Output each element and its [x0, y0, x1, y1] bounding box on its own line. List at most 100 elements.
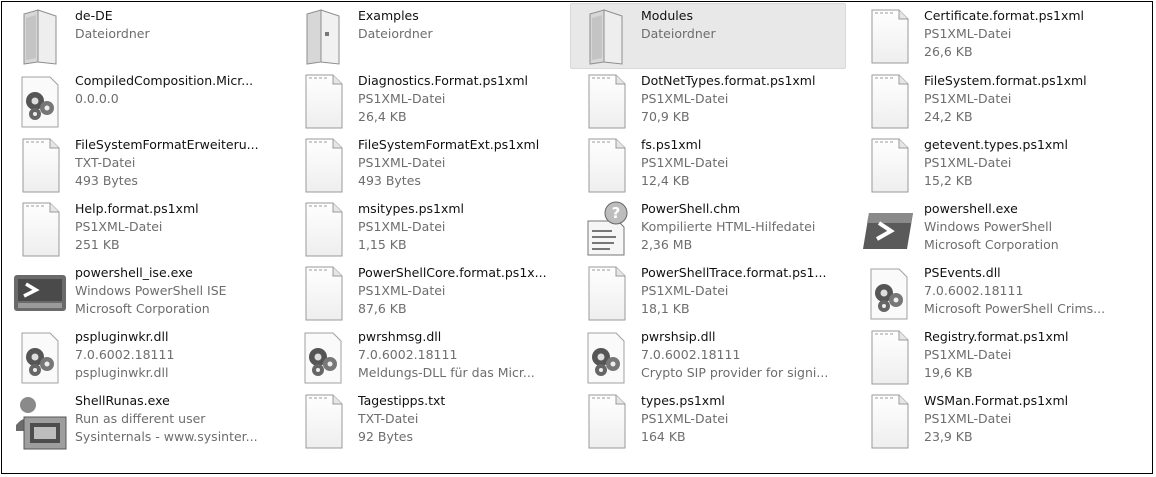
file-name: Help.format.ps1xml: [75, 201, 199, 216]
file-info: 19,6 KB: [924, 365, 973, 380]
file-item-powershell-chm[interactable]: ? PowerShell.chm Kompilierte HTML-Hilfedat…: [570, 196, 846, 262]
file-item-tagestipps-txt[interactable]: Tagestipps.txt TXT-Datei 92 Bytes: [287, 388, 563, 454]
dll-gear-icon: [576, 327, 636, 387]
file-item-details: WSMan.Format.ps1xml PS1XML-Datei 23,9 KB: [924, 392, 1129, 446]
svg-text:?: ?: [612, 204, 621, 222]
file-item-help-format-ps1xml[interactable]: Help.format.ps1xml PS1XML-Datei 251 KB: [4, 196, 280, 262]
file-type: PS1XML-Datei: [358, 283, 446, 298]
file-item-powershelltrace-format-ps1[interactable]: PowerShellTrace.format.ps1... PS1XML-Date…: [570, 260, 846, 326]
file-item-powershell-ise-exe[interactable]: powershell_ise.exe Windows PowerShell ISE…: [4, 260, 280, 326]
file-item-details: pwrshmsg.dll 7.0.6002.18111 Meldungs-DLL f…: [358, 328, 563, 382]
file-tiles-grid: de-DE Dateiordner Examples Dateiordner Mod…: [2, 2, 1152, 473]
file-item-details: PowerShellTrace.format.ps1... PS1XML-Date…: [641, 264, 846, 318]
file-name: CompiledComposition.Micr...: [75, 73, 254, 88]
document-icon: [859, 391, 919, 451]
file-name: fs.ps1xml: [641, 137, 702, 152]
document-icon: [859, 327, 919, 387]
file-item-types-ps1xml[interactable]: types.ps1xml PS1XML-Datei 164 KB: [570, 388, 846, 454]
file-name: FileSystemFormatExt.ps1xml: [358, 137, 540, 152]
file-item-details: pspluginwkr.dll 7.0.6002.18111 pspluginwkr…: [75, 328, 280, 382]
file-item-pspluginwkr-dll[interactable]: pspluginwkr.dll 7.0.6002.18111 pspluginwkr…: [4, 324, 280, 390]
file-item-fs-ps1xml[interactable]: fs.ps1xml PS1XML-Datei 12,4 KB: [570, 132, 846, 198]
file-item-de-de[interactable]: de-DE Dateiordner: [4, 3, 280, 69]
file-item-powershellcore-format-ps1x[interactable]: PowerShellCore.format.ps1x... PS1XML-Date…: [287, 260, 563, 326]
file-info: 12,4 KB: [641, 173, 690, 188]
file-info: 493 Bytes: [358, 173, 421, 188]
file-name: pwrshmsg.dll: [358, 329, 442, 344]
runas-icon: [10, 391, 70, 451]
document-icon: [293, 391, 353, 451]
file-item-shellrunas-exe[interactable]: ShellRunas.exe Run as different user Sysin…: [4, 388, 280, 454]
file-type: PS1XML-Datei: [358, 155, 446, 170]
file-type: PS1XML-Datei: [358, 91, 446, 106]
file-name: getevent.types.ps1xml: [924, 137, 1068, 152]
file-item-compiledcomposition-micr[interactable]: CompiledComposition.Micr... 0.0.0.0: [4, 68, 280, 134]
file-item-pwrshsip-dll[interactable]: pwrshsip.dll 7.0.6002.18111 Crypto SIP pro…: [570, 324, 846, 390]
file-item-powershell-exe[interactable]: powershell.exe Windows PowerShell Microsof…: [853, 196, 1129, 262]
file-type: Dateiordner: [641, 26, 716, 41]
file-type: PS1XML-Datei: [924, 347, 1012, 362]
file-item-wsman-format-ps1xml[interactable]: WSMan.Format.ps1xml PS1XML-Datei 23,9 KB: [853, 388, 1129, 454]
file-info: 493 Bytes: [75, 173, 138, 188]
file-item-dotnettypes-format-ps1xml[interactable]: DotNetTypes.format.ps1xml PS1XML-Datei 70,…: [570, 68, 846, 134]
file-name: WSMan.Format.ps1xml: [924, 393, 1069, 408]
file-item-registry-format-ps1xml[interactable]: Registry.format.ps1xml PS1XML-Datei 19,6 K…: [853, 324, 1129, 390]
file-type: PS1XML-Datei: [641, 283, 729, 298]
file-item-details: Certificate.format.ps1xml PS1XML-Datei 26,…: [924, 7, 1129, 61]
file-item-getevent-types-ps1xml[interactable]: getevent.types.ps1xml PS1XML-Datei 15,2 KB: [853, 132, 1129, 198]
file-info: 26,6 KB: [924, 44, 973, 59]
file-info: Microsoft Corporation: [75, 301, 210, 316]
file-name: types.ps1xml: [641, 393, 725, 408]
folder-doc-icon: [293, 6, 353, 66]
file-name: PowerShell.chm: [641, 201, 741, 216]
file-name: PowerShellTrace.format.ps1...: [641, 265, 827, 280]
file-item-certificate-format-ps1xml[interactable]: Certificate.format.ps1xml PS1XML-Datei 26,…: [853, 3, 1129, 69]
file-item-details: fs.ps1xml PS1XML-Datei 12,4 KB: [641, 136, 846, 190]
document-icon: [293, 135, 353, 195]
file-name: pspluginwkr.dll: [75, 329, 169, 344]
file-item-examples[interactable]: Examples Dateiordner: [287, 3, 563, 69]
file-info: pspluginwkr.dll: [75, 365, 169, 380]
file-type: Dateiordner: [75, 26, 150, 41]
file-info: 24,2 KB: [924, 109, 973, 124]
file-type: PS1XML-Datei: [641, 411, 729, 426]
file-item-filesystemformaterweiteru[interactable]: FileSystemFormatErweiteru... TXT-Datei 493…: [4, 132, 280, 198]
file-name: powershell_ise.exe: [75, 265, 193, 280]
document-icon: [576, 71, 636, 131]
file-name: de-DE: [75, 8, 113, 23]
file-item-msitypes-ps1xml[interactable]: msitypes.ps1xml PS1XML-Datei 1,15 KB: [287, 196, 563, 262]
file-item-details: Help.format.ps1xml PS1XML-Datei 251 KB: [75, 200, 280, 254]
file-item-details: FileSystemFormatExt.ps1xml PS1XML-Datei 49…: [358, 136, 563, 190]
file-info: 26,4 KB: [358, 109, 407, 124]
file-info: 251 KB: [75, 237, 120, 252]
file-item-details: Modules Dateiordner: [641, 7, 846, 43]
document-icon: [859, 6, 919, 66]
document-icon: [293, 71, 353, 131]
file-item-filesystemformatext-ps1xml[interactable]: FileSystemFormatExt.ps1xml PS1XML-Datei 49…: [287, 132, 563, 198]
file-item-pwrshmsg-dll[interactable]: pwrshmsg.dll 7.0.6002.18111 Meldungs-DLL f…: [287, 324, 563, 390]
file-name: msitypes.ps1xml: [358, 201, 465, 216]
file-item-details: Examples Dateiordner: [358, 7, 563, 43]
file-item-modules[interactable]: Modules Dateiordner: [570, 3, 846, 69]
file-info: 1,15 KB: [358, 237, 407, 252]
file-item-details: PowerShell.chm Kompilierte HTML-Hilfedate…: [641, 200, 846, 254]
file-type: Dateiordner: [358, 26, 433, 41]
dll-gear-icon: [10, 71, 70, 131]
dll-gear-icon: [293, 327, 353, 387]
file-info: Microsoft PowerShell Crims...: [924, 301, 1106, 316]
folder-icon: [10, 6, 70, 66]
file-item-details: CompiledComposition.Micr... 0.0.0.0: [75, 72, 280, 108]
file-item-filesystem-format-ps1xml[interactable]: FileSystem.format.ps1xml PS1XML-Datei 24,2…: [853, 68, 1129, 134]
document-icon: [859, 71, 919, 131]
file-item-psevents-dll[interactable]: PSEvents.dll 7.0.6002.18111 Microsoft Powe…: [853, 260, 1129, 326]
file-type: Run as different user: [75, 411, 206, 426]
file-name: powershell.exe: [924, 201, 1018, 216]
file-type: PS1XML-Datei: [75, 219, 163, 234]
file-name: FileSystemFormatErweiteru...: [75, 137, 259, 152]
file-info: Meldungs-DLL für das Micr...: [358, 365, 535, 380]
file-item-details: types.ps1xml PS1XML-Datei 164 KB: [641, 392, 846, 446]
file-item-diagnostics-format-ps1xml[interactable]: Diagnostics.Format.ps1xml PS1XML-Datei 26,…: [287, 68, 563, 134]
document-icon: [576, 135, 636, 195]
file-type: TXT-Datei: [358, 411, 419, 426]
file-item-details: de-DE Dateiordner: [75, 7, 280, 43]
